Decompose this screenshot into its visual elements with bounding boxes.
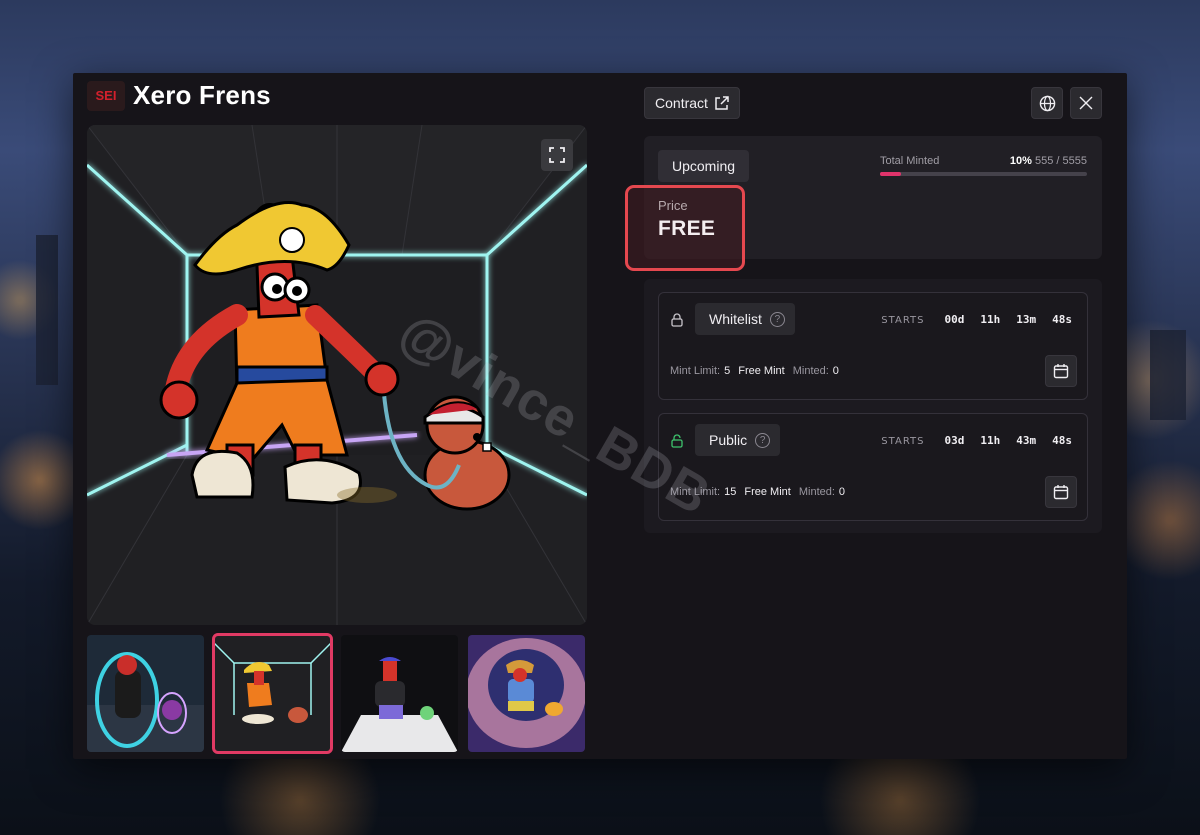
phase-name: Whitelist	[709, 311, 762, 327]
mint-phases: Whitelist ? STARTS 00d 11h 13m 48s Mint …	[644, 279, 1102, 533]
x-social-button[interactable]	[1070, 87, 1102, 119]
help-icon[interactable]: ?	[769, 311, 785, 327]
thumbnail-strip	[87, 633, 585, 754]
external-link-icon	[715, 95, 729, 110]
aura-character-thumb	[87, 635, 204, 752]
total-minted-label: Total Minted	[880, 155, 940, 167]
starts-label: STARTS	[881, 315, 925, 326]
countdown-minutes: 13m	[1016, 313, 1037, 326]
mint-limit-value: 15	[724, 486, 737, 498]
lock-icon	[671, 313, 683, 327]
calendar-icon	[1053, 364, 1069, 379]
help-icon[interactable]: ?	[755, 432, 771, 448]
phase-countdown: STARTS 00d 11h 13m 48s	[881, 313, 1072, 326]
countdown-days: 03d	[944, 434, 965, 447]
mint-panel: SEI Xero Frens Contract Upcoming Total M…	[73, 73, 1127, 759]
total-minted-value: 10% 555 / 5555	[1010, 155, 1087, 167]
thumbnail-3[interactable]	[341, 635, 458, 752]
price-label: Price	[658, 198, 688, 213]
countdown-seconds: 48s	[1052, 434, 1072, 447]
countdown-seconds: 48s	[1052, 313, 1072, 326]
unlock-icon	[671, 434, 683, 448]
mint-limit-label: Mint Limit:	[670, 365, 721, 377]
thumbnail-1[interactable]	[87, 635, 204, 752]
minted-count: 555 / 5555	[1035, 155, 1087, 167]
mint-limit-value: 5	[724, 365, 731, 377]
expand-image-button[interactable]	[541, 139, 573, 171]
minted-label: Minted:	[792, 365, 829, 377]
building	[1150, 330, 1186, 420]
contract-button[interactable]: Contract	[644, 87, 740, 119]
add-to-calendar-button[interactable]	[1045, 476, 1077, 508]
cap-character-thumb	[341, 635, 458, 752]
free-mint-label: Free Mint	[744, 486, 791, 498]
phase-countdown: STARTS 03d 11h 43m 48s	[881, 434, 1072, 447]
globe-icon	[1039, 95, 1055, 111]
minted-percent: 10%	[1009, 155, 1032, 167]
mint-status-badge: Upcoming	[658, 150, 750, 182]
mint-progress-fill	[880, 172, 901, 176]
free-mint-label: Free Mint	[738, 365, 785, 377]
phase-name-pill[interactable]: Public ?	[695, 424, 781, 456]
countdown-minutes: 43m	[1016, 434, 1037, 447]
website-button[interactable]	[1031, 87, 1063, 119]
countdown-hours: 11h	[980, 434, 1001, 447]
pirate-character-thumb	[214, 635, 331, 752]
thumbnail-4[interactable]	[468, 635, 585, 752]
phase-public: Public ? STARTS 03d 11h 43m 48s Mint Lim…	[658, 413, 1088, 521]
contract-label: Contract	[655, 95, 708, 111]
minted-label: Minted:	[798, 486, 835, 498]
collection-title: Xero Frens	[133, 80, 271, 110]
expand-icon	[549, 147, 565, 163]
building	[36, 235, 58, 385]
mint-progress-bar	[880, 172, 1087, 176]
mint-limit-label: Mint Limit:	[670, 486, 721, 498]
minted-value: 0	[832, 365, 839, 377]
phase-name: Public	[709, 432, 748, 448]
sei-chain-badge: SEI	[87, 80, 125, 111]
add-to-calendar-button[interactable]	[1045, 355, 1077, 387]
countdown-days: 00d	[944, 313, 965, 326]
pirate-character-art	[87, 125, 587, 625]
price-value: FREE	[658, 217, 716, 240]
hero-artwork	[87, 125, 587, 625]
phase-meta: Mint Limit: 15 Free Mint Minted: 0	[670, 486, 845, 498]
x-logo-icon	[1079, 96, 1093, 110]
viking-character-thumb	[468, 635, 585, 752]
phase-name-pill[interactable]: Whitelist ?	[695, 303, 795, 335]
phase-meta: Mint Limit: 5 Free Mint Minted: 0	[670, 365, 839, 377]
phase-whitelist: Whitelist ? STARTS 00d 11h 13m 48s Mint …	[658, 292, 1088, 400]
thumbnail-2[interactable]	[212, 633, 333, 754]
starts-label: STARTS	[881, 436, 925, 447]
calendar-icon	[1053, 485, 1069, 500]
countdown-hours: 11h	[980, 313, 1001, 326]
minted-value: 0	[838, 486, 846, 498]
collection-header: SEI Xero Frens	[87, 80, 271, 111]
